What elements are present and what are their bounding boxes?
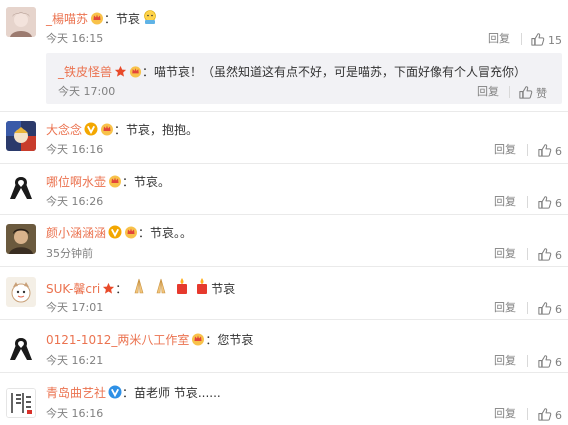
thumbs-up-icon <box>537 301 552 316</box>
like-count: 6 <box>555 303 562 316</box>
comment-time: 今天 16:15 <box>46 32 104 45</box>
username[interactable]: 哪位啊水壶 <box>46 175 106 189</box>
thumbs-up-icon <box>530 32 545 47</box>
sub-reply-reply-button[interactable]: 回复 <box>477 85 499 99</box>
pray-emoji-icon <box>134 278 144 294</box>
separator <box>527 196 528 208</box>
comment-text: ：节哀。 <box>122 175 171 189</box>
candle-emoji-icon <box>197 278 208 294</box>
comment-item: 0121-1012_两米八工作室 ：您节哀 今天 16:21 回复 6 <box>0 320 568 372</box>
reply-button[interactable]: 回复 <box>488 32 510 46</box>
comment-text: ：您节哀 <box>205 333 254 347</box>
comment-item: 青岛曲艺社 ：苗老师 节哀...... 今天 16:16 回复 6 <box>0 373 568 425</box>
candle-emoji-icon <box>177 278 188 294</box>
comment-item: 大念念 ：节哀，抱抱。 今天 16:16 回复 6 <box>0 112 568 163</box>
like-label: 赞 <box>536 87 547 100</box>
thumbs-up-icon <box>537 247 552 262</box>
comment-time: 今天 16:16 <box>46 143 104 156</box>
like-count: 6 <box>555 249 562 262</box>
comment-item: SUK-馨cri：节哀 今天 17:01 回复 6 <box>0 267 568 319</box>
separator <box>527 408 528 420</box>
star-icon <box>114 65 127 78</box>
username[interactable]: 颜小涵涵涵 <box>46 226 106 240</box>
comment-text: ：节哀。。 <box>138 226 193 240</box>
sub-reply-like-button[interactable]: 赞 <box>518 85 547 101</box>
like-button[interactable]: 6 <box>537 143 562 159</box>
crown-icon <box>129 65 142 78</box>
like-button[interactable]: 6 <box>537 195 562 211</box>
comment-time: 今天 16:26 <box>46 195 104 208</box>
username[interactable]: 大念念 <box>46 123 82 137</box>
comment-time: 今天 17:01 <box>46 301 104 314</box>
pray-emoji-icon <box>156 278 166 294</box>
comment-time: 35分钟前 <box>46 247 93 260</box>
thumbs-up-icon <box>537 354 552 369</box>
sub-reply: _铁皮怪兽 ：喵节哀！（虽然知道这有点不好，可是喵苏，下面好像有个人冒充你） 今天… <box>46 53 562 104</box>
like-count: 6 <box>555 145 562 158</box>
separator <box>527 355 528 367</box>
comment-text: ：苗老师 节哀...... <box>122 386 221 400</box>
thumbs-up-icon <box>537 195 552 210</box>
user-avatar[interactable] <box>6 7 36 37</box>
comment-item: 颜小涵涵涵 ：节哀。。 35分钟前 回复 6 <box>0 215 568 266</box>
crown-icon <box>100 122 114 136</box>
crown-icon <box>191 332 205 346</box>
like-button[interactable]: 15 <box>530 32 562 48</box>
separator <box>521 33 522 45</box>
like-button[interactable]: 6 <box>537 354 562 370</box>
reply-button[interactable]: 回复 <box>494 247 516 261</box>
separator <box>527 302 528 314</box>
comment-text: ：节哀 <box>104 12 141 26</box>
reply-button[interactable]: 回复 <box>494 354 516 368</box>
comment-item: _楊喵苏 ：节哀 今天 16:15 回复 15 _铁皮怪兽 ：喵节哀！（虽然知道这有… <box>0 0 568 111</box>
comment-text: 节哀 <box>211 282 236 296</box>
verified-v-icon <box>108 225 122 239</box>
username[interactable]: 青岛曲艺社 <box>46 386 106 400</box>
separator <box>509 86 510 98</box>
comment-text: ：节哀，抱抱。 <box>114 123 199 137</box>
thumbs-up-icon <box>537 143 552 158</box>
like-count: 15 <box>548 34 562 47</box>
user-avatar[interactable] <box>6 388 36 418</box>
comment-time: 今天 16:21 <box>46 354 104 367</box>
username[interactable]: SUK-馨cri <box>46 282 100 296</box>
mourning-ribbon-avatar[interactable] <box>6 334 36 364</box>
like-button[interactable]: 6 <box>537 301 562 317</box>
sub-reply-username[interactable]: _铁皮怪兽 <box>58 65 112 79</box>
username[interactable]: 0121-1012_两米八工作室 <box>46 333 189 347</box>
like-button[interactable]: 6 <box>537 247 562 263</box>
username[interactable]: _楊喵苏 <box>46 12 88 26</box>
like-count: 6 <box>555 409 562 422</box>
sub-reply-text: ：喵节哀！（虽然知道这有点不好，可是喵苏，下面好像有个人冒充你） <box>142 65 527 79</box>
star-icon <box>102 282 115 295</box>
reply-button[interactable]: 回复 <box>494 301 516 315</box>
mourning-ribbon-avatar[interactable] <box>6 173 36 203</box>
user-avatar[interactable] <box>6 277 36 307</box>
separator <box>527 144 528 156</box>
reply-button[interactable]: 回复 <box>494 143 516 157</box>
comment-item: 哪位啊水壶 ：节哀。 今天 16:26 回复 6 <box>0 164 568 214</box>
verified-v-icon <box>84 122 98 136</box>
crown-icon <box>124 225 138 239</box>
sub-reply-time: 今天 17:00 <box>58 85 116 98</box>
like-count: 6 <box>555 356 562 369</box>
separator <box>527 248 528 260</box>
crown-icon <box>108 174 122 188</box>
user-avatar[interactable] <box>6 224 36 254</box>
smiley-emoji-icon <box>144 10 156 24</box>
like-button[interactable]: 6 <box>537 407 562 423</box>
thumbs-up-icon <box>518 85 533 100</box>
like-count: 6 <box>555 197 562 210</box>
comment-list: _楊喵苏 ：节哀 今天 16:15 回复 15 _铁皮怪兽 ：喵节哀！（虽然知道这有… <box>0 0 568 425</box>
crown-icon <box>90 11 104 25</box>
thumbs-up-icon <box>537 407 552 422</box>
comment-time: 今天 16:16 <box>46 407 104 420</box>
user-avatar[interactable] <box>6 121 36 151</box>
reply-button[interactable]: 回复 <box>494 407 516 421</box>
verified-v-icon <box>108 385 122 399</box>
reply-button[interactable]: 回复 <box>494 195 516 209</box>
